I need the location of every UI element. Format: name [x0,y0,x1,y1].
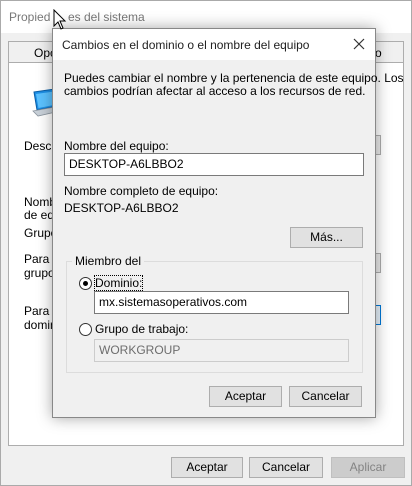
workgroup-input[interactable]: WORKGROUP [94,339,349,362]
parent-title-right: es del sistema [68,10,145,24]
full-name-value: DESKTOP-A6LBBO2 [64,201,179,215]
member-of-label: Miembro del [72,254,145,268]
close-icon[interactable] [349,34,369,54]
parent-title-left: Propied [9,10,51,24]
dialog-title: Cambios en el dominio o el nombre del eq… [62,38,310,52]
full-name-label: Nombre completo de equipo: [64,184,219,198]
workgroup-radio-label[interactable]: Grupo de trabajo: [95,322,188,336]
dialog-cancel-button[interactable]: Cancelar [289,386,362,407]
computer-name-dialog: Cambios en el dominio o el nombre del eq… [52,28,404,418]
workgroup-radio[interactable] [79,323,92,336]
domain-radio[interactable] [79,277,92,290]
dialog-titlebar[interactable]: Cambios en el dominio o el nombre del eq… [53,29,375,60]
parent-cancel-button[interactable]: Cancelar [249,457,323,478]
parent-apply-button[interactable]: Aplicar [331,457,405,478]
domain-input[interactable]: mx.sistemasoperativos.com [94,291,349,314]
intro-text-line2: cambios podrían afectar al acceso a los … [64,84,366,98]
computer-name-input[interactable]: DESKTOP-A6LBBO2 [64,153,364,176]
tab-right-label: o [375,46,382,60]
intro-text-line1: Puedes cambiar el nombre y la pertenenci… [64,71,404,85]
mouse-cursor-icon [53,9,67,30]
domain-radio-label[interactable]: Dominio: [93,275,144,291]
more-button[interactable]: Más... [290,227,363,248]
domain-radio-dot [83,281,88,286]
dialog-accept-button[interactable]: Aceptar [209,386,282,407]
computer-name-label: Nombre del equipo: [64,139,169,153]
parent-accept-button[interactable]: Aceptar [171,457,243,478]
